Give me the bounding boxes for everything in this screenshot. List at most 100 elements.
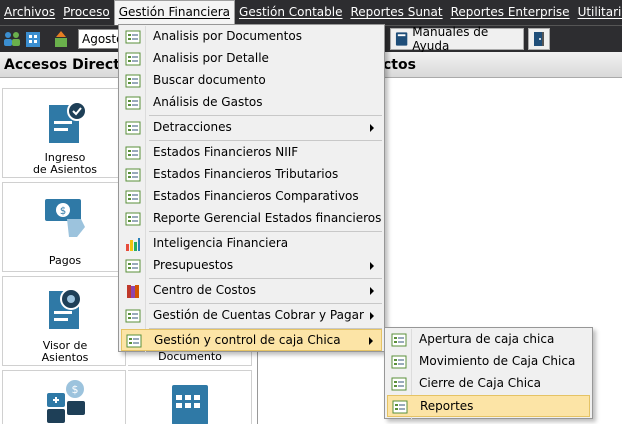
menu-gestion-financiera[interactable]: Gestión Financiera <box>113 0 236 25</box>
shortcut-ingreso-asientos[interactable]: Ingreso de Asientos <box>2 88 126 178</box>
menu-utilitarios[interactable]: Utilitarios <box>574 0 622 25</box>
menu-bar: Archivos Proceso Gestión Financiera Gest… <box>0 0 622 25</box>
menu-item-analisis-documentos[interactable]: Analisis por Documentos <box>121 26 382 48</box>
payment-icon: $ <box>45 199 85 237</box>
submenu-arrow-icon <box>370 312 374 320</box>
menu-separator <box>149 140 382 141</box>
form-icon <box>125 309 141 323</box>
menu-item-label: Inteligencia Financiera <box>153 236 289 250</box>
gestion-financiera-dropdown: Analisis por Documentos Analisis por Det… <box>118 24 385 352</box>
menu-item-detracciones[interactable]: Detracciones <box>121 117 382 139</box>
menu-item-reporte-gerencial[interactable]: Reporte Gerencial Estados financieros <box>121 208 382 230</box>
menu-item-label: Estados Financieros Tributarios <box>153 167 339 181</box>
form-icon <box>392 400 408 414</box>
document-view-icon <box>49 288 82 329</box>
shortcut-calculator[interactable]: $ <box>2 370 126 424</box>
form-icon <box>391 377 407 391</box>
caja-chica-submenu: Apertura de caja chica Movimiento de Caj… <box>384 327 593 419</box>
menu-separator <box>149 278 382 279</box>
menu-item-centro-costos[interactable]: Centro de Costos <box>121 280 382 302</box>
tile-label-line2: Asientos <box>41 351 89 364</box>
calculator-icon: $ <box>47 380 85 423</box>
form-icon <box>125 121 141 135</box>
menu-item-presupuestos[interactable]: Presupuestos <box>121 255 382 277</box>
menu-item-cuentas-cobrar-pagar[interactable]: Gestión de Cuentas Cobrar y Pagar <box>121 305 382 327</box>
tile-label-line1: Documento <box>158 350 222 363</box>
menu-item-label: Buscar documento <box>153 73 266 87</box>
menu-separator <box>149 231 382 232</box>
book-icon <box>395 32 408 46</box>
menu-proceso[interactable]: Proceso <box>59 0 114 25</box>
exit-door-icon <box>534 32 544 46</box>
menu-item-label: Centro de Costos <box>153 283 256 297</box>
submenu-item-label: Movimiento de Caja Chica <box>419 354 576 368</box>
building-icon[interactable] <box>24 30 42 48</box>
submenu-item-label: Apertura de caja chica <box>419 332 555 346</box>
menu-item-ef-comparativos[interactable]: Estados Financieros Comparativos <box>121 186 382 208</box>
form-icon <box>125 212 141 226</box>
menu-item-label: Gestión de Cuentas Cobrar y Pagar <box>153 308 364 322</box>
right-panel-title: ctos <box>383 57 416 73</box>
form-icon <box>125 190 141 204</box>
menu-item-label: Gestión y control de caja Chica <box>154 333 341 347</box>
menu-item-ef-niif[interactable]: Estados Financieros NIIF <box>121 142 382 164</box>
form-icon <box>125 168 141 182</box>
submenu-item-label: Cierre de Caja Chica <box>419 376 542 390</box>
menu-item-label: Analisis por Detalle <box>153 51 269 65</box>
menu-gestion-contable[interactable]: Gestión Contable <box>235 0 346 25</box>
menu-item-inteligencia-financiera[interactable]: Inteligencia Financiera <box>121 233 382 255</box>
document-check-icon <box>49 101 87 143</box>
menu-item-analisis-detalle[interactable]: Analisis por Detalle <box>121 48 382 70</box>
submenu-arrow-icon <box>369 337 373 345</box>
svg-text:$: $ <box>72 383 79 396</box>
menu-archivos[interactable]: Archivos <box>0 0 59 25</box>
form-icon <box>125 52 141 66</box>
menu-item-label: Análisis de Gastos <box>153 95 263 109</box>
svg-text:$: $ <box>60 206 66 217</box>
shortcut-pagos[interactable]: $ Pagos <box>2 182 126 272</box>
menu-separator <box>149 115 382 116</box>
submenu-item-reportes[interactable]: Reportes <box>387 395 590 417</box>
manuals-button[interactable]: Manuales de Ayuda <box>390 25 524 53</box>
menu-item-ef-tributarios[interactable]: Estados Financieros Tributarios <box>121 164 382 186</box>
menu-item-caja-chica[interactable]: Gestión y control de caja Chica <box>121 329 382 351</box>
submenu-arrow-icon <box>370 287 374 295</box>
bar-chart-icon <box>126 238 140 251</box>
menu-item-label: Estados Financieros NIIF <box>153 145 299 159</box>
submenu-item-cierre[interactable]: Cierre de Caja Chica <box>387 373 590 395</box>
submenu-item-apertura[interactable]: Apertura de caja chica <box>387 329 590 351</box>
submenu-arrow-icon <box>370 262 374 270</box>
period-select[interactable]: Agosto <box>78 29 122 49</box>
form-icon <box>125 30 141 44</box>
calendar-icon <box>172 385 208 424</box>
tile-label-line2: de Asientos <box>32 163 98 176</box>
menu-item-label: Reporte Gerencial Estados financieros <box>153 211 382 225</box>
menu-item-label: Presupuestos <box>153 258 234 272</box>
users-icon[interactable] <box>3 30 21 48</box>
exit-button[interactable] <box>528 28 550 50</box>
submenu-item-label: Reportes <box>420 399 474 413</box>
menu-item-analisis-gastos[interactable]: Análisis de Gastos <box>121 92 382 114</box>
menu-item-label: Estados Financieros Comparativos <box>153 189 359 203</box>
form-icon <box>125 74 141 88</box>
form-icon <box>125 96 141 110</box>
form-icon <box>391 333 407 347</box>
books-icon <box>127 285 139 298</box>
submenu-arrow-icon <box>370 124 374 132</box>
tile-label-line1: Pagos <box>48 254 82 267</box>
manuals-button-label: Manuales de Ayuda <box>412 25 489 53</box>
menu-separator <box>149 303 382 304</box>
submenu-item-movimiento[interactable]: Movimiento de Caja Chica <box>387 351 590 373</box>
menu-item-label: Detracciones <box>153 120 232 134</box>
form-icon <box>126 334 142 348</box>
menu-item-label: Analisis por Documentos <box>153 29 302 43</box>
menu-reportes-enterprise[interactable]: Reportes Enterprise <box>447 0 574 25</box>
menu-item-buscar-documento[interactable]: Buscar documento <box>121 70 382 92</box>
shortcut-calendar[interactable] <box>128 370 252 424</box>
import-icon[interactable] <box>52 30 70 48</box>
menu-reportes-sunat[interactable]: Reportes Sunat <box>346 0 446 25</box>
form-icon <box>125 259 141 273</box>
form-icon <box>391 355 407 369</box>
shortcut-visor-asientos[interactable]: Visor de Asientos <box>2 276 126 366</box>
form-icon <box>125 146 141 160</box>
